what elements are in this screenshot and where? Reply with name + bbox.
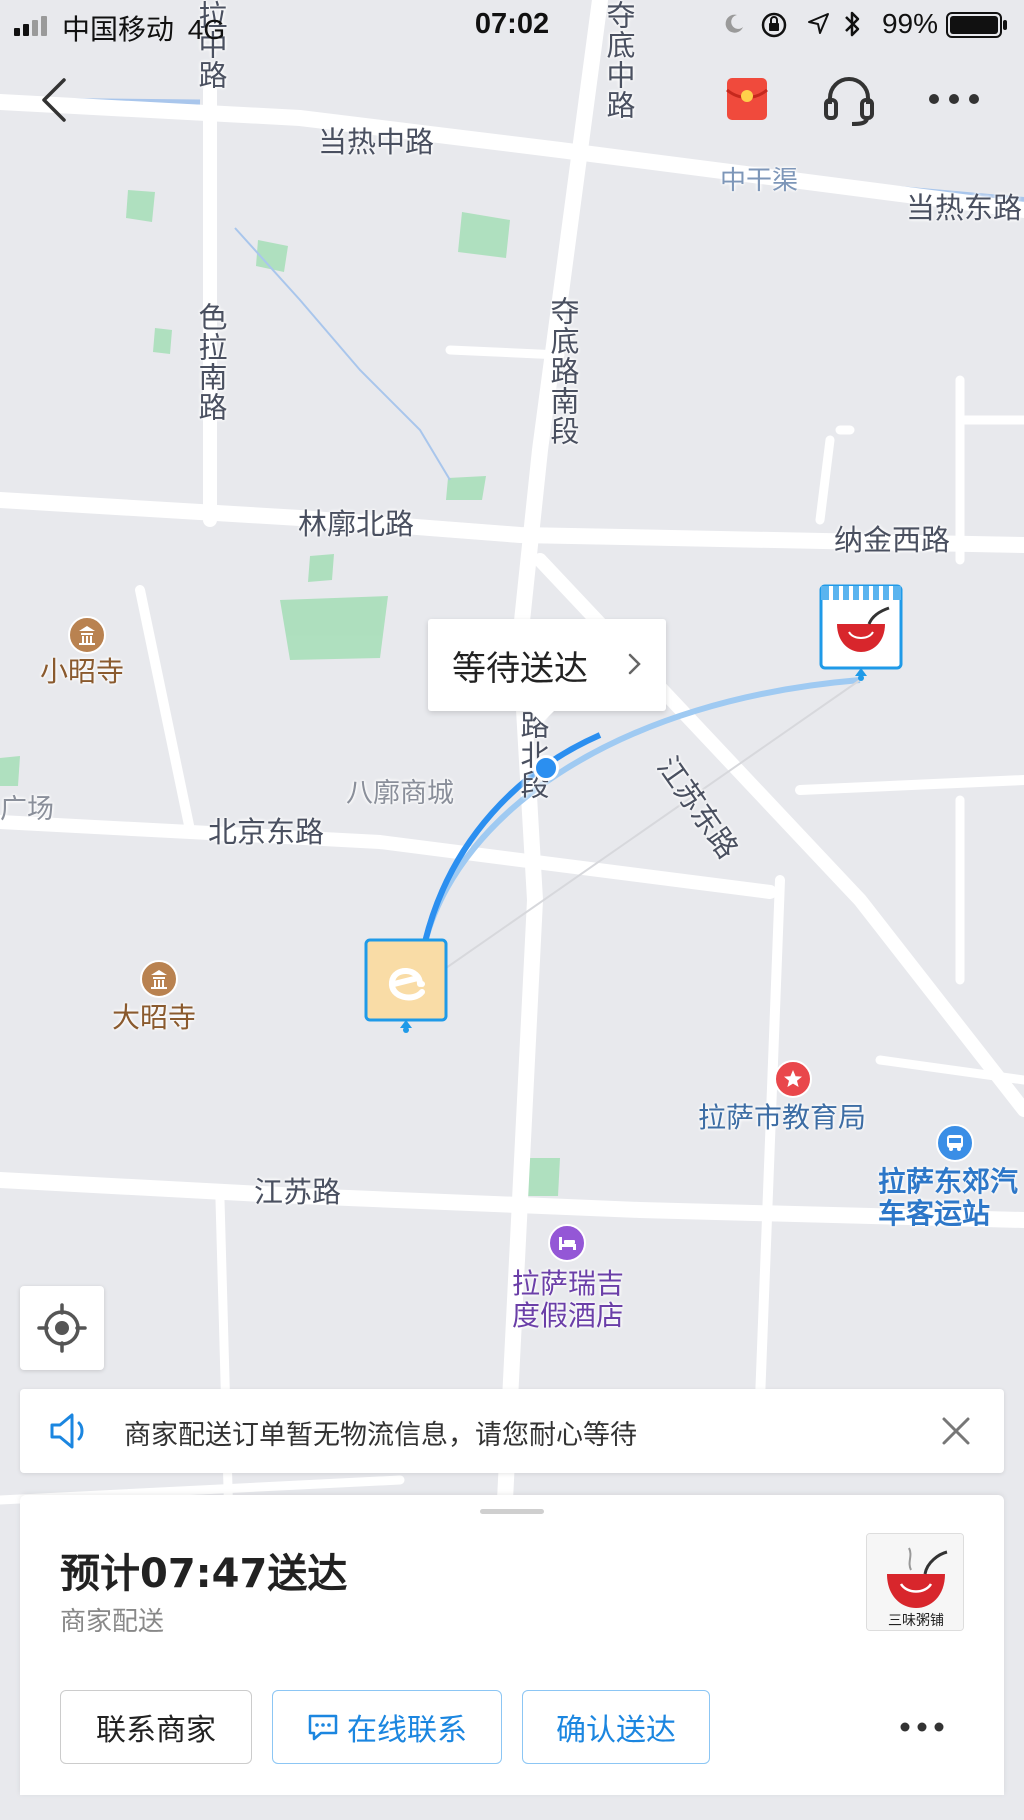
status-bar: 中国移动 4G 07:02 99% — [0, 0, 1024, 50]
chevron-left-icon — [42, 78, 66, 122]
road-label: 林廓北路 — [298, 507, 415, 541]
shop-logo-text: 三味粥铺 — [888, 1613, 944, 1629]
shop-marker[interactable] — [819, 580, 903, 686]
online-contact-label: 在线联系 — [347, 1713, 467, 1748]
online-contact-button[interactable]: 在线联系 — [272, 1690, 502, 1764]
estimated-arrival-text: 预计07:47送达 — [60, 1551, 348, 1597]
location-arrow-icon — [808, 13, 829, 34]
crosshair-icon — [37, 1303, 87, 1353]
road-label: 北京东路 — [208, 815, 325, 849]
government-star-icon[interactable] — [774, 1060, 812, 1098]
road-label: 当热东路 — [906, 191, 1023, 225]
bluetooth-icon — [845, 11, 860, 37]
speaker-icon — [50, 1413, 84, 1449]
more-options-button[interactable] — [926, 88, 982, 110]
red-packet-button[interactable] — [724, 76, 770, 122]
drag-handle[interactable] — [480, 1509, 544, 1514]
temple-icon[interactable] — [140, 960, 178, 998]
poi-label-edu-bureau[interactable]: 拉萨市教育局 — [698, 1101, 866, 1134]
contact-merchant-button[interactable]: 联系商家 — [60, 1690, 252, 1764]
more-dots-icon — [929, 94, 979, 104]
locate-me-button[interactable] — [20, 1286, 104, 1370]
battery-percentage: 99% — [881, 8, 938, 39]
headset-icon — [824, 77, 874, 126]
more-dots-icon — [900, 1722, 944, 1732]
battery-icon — [946, 12, 1007, 38]
hotel-bed-icon[interactable] — [548, 1224, 586, 1262]
poi-label-dazhao[interactable]: 大昭寺 — [112, 1001, 196, 1034]
road-label: 江苏路 — [254, 1175, 342, 1209]
chat-bubble-icon — [308, 1714, 338, 1741]
order-status-card: 预计07:47送达 商家配送 三味粥铺 联系商家 在线联系 确认送达 — [20, 1495, 1004, 1795]
notice-text: 商家配送订单暂无物流信息，请您耐心等待 — [124, 1420, 637, 1451]
road-label: 纳金西路 — [834, 523, 951, 557]
delivery-mode-text: 商家配送 — [60, 1607, 165, 1637]
logistics-notice-bar: 商家配送订单暂无物流信息，请您耐心等待 — [20, 1389, 1004, 1473]
card-more-button[interactable] — [892, 1710, 952, 1744]
back-button[interactable] — [34, 74, 74, 126]
road-label: 夺底路南段 — [546, 296, 580, 446]
customer-service-button[interactable] — [822, 74, 876, 126]
close-icon[interactable] — [940, 1413, 972, 1449]
road-label: 当热中路 — [318, 125, 435, 159]
moon-icon — [725, 14, 743, 33]
poi-label-hotel[interactable]: 拉萨瑞吉度假酒店 — [504, 1267, 632, 1332]
poi-label-xiaozhao[interactable]: 小昭寺 — [40, 655, 124, 688]
confirm-delivery-button[interactable]: 确认送达 — [522, 1690, 710, 1764]
delivery-status-text: 等待送达 — [452, 648, 588, 689]
chevron-right-icon — [628, 653, 641, 675]
area-label: 广场 — [0, 794, 54, 825]
bus-icon[interactable] — [936, 1124, 974, 1162]
route-progress-dot — [533, 755, 559, 781]
area-label: 八廓商城 — [346, 778, 454, 809]
status-time: 07:02 — [474, 8, 550, 40]
temple-icon[interactable] — [68, 616, 106, 654]
canal-label: 中干渠 — [720, 166, 799, 196]
shop-logo[interactable]: 三味粥铺 — [866, 1533, 964, 1631]
red-packet-icon — [726, 78, 768, 120]
courier-marker[interactable] — [364, 938, 448, 1034]
orientation-lock-icon — [761, 12, 787, 38]
poi-label-bus-station[interactable]: 拉萨东郊汽车客运站 — [878, 1165, 1024, 1230]
delivery-status-popup[interactable]: 等待送达 — [428, 619, 666, 723]
road-label: 色拉南路 — [194, 302, 228, 422]
